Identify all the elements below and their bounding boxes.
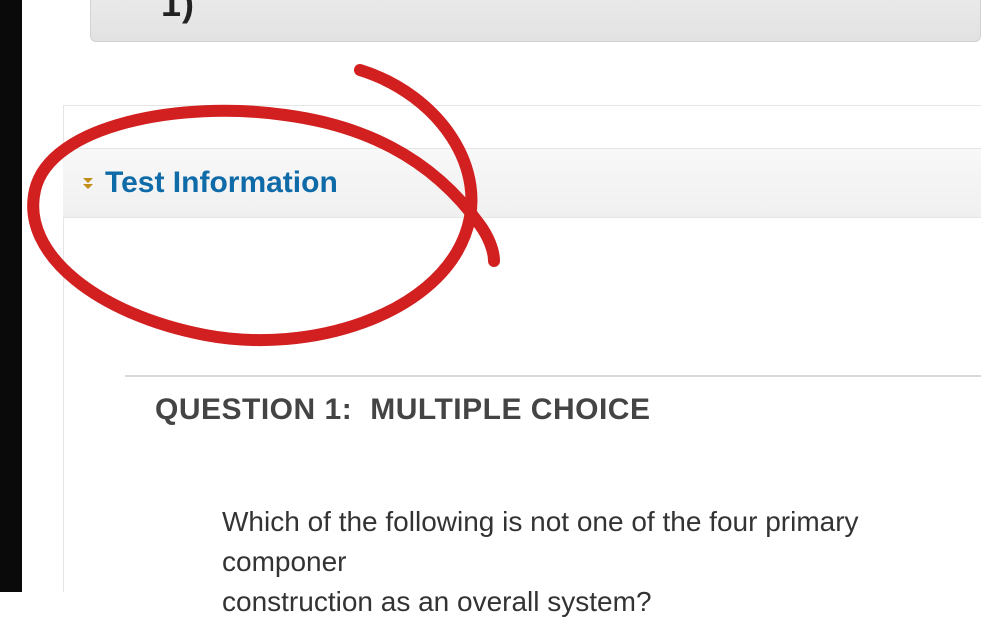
expand-chevrons-icon [81, 177, 95, 189]
window-edge-strip [0, 0, 22, 592]
collapsed-panel-index: 1) [161, 0, 195, 25]
question-number-label: QUESTION 1: [155, 393, 352, 426]
question-prompt-text: Which of the following is not one of the… [222, 502, 981, 622]
question-type-label: MULTIPLE CHOICE [370, 393, 650, 426]
test-information-heading: Test Information [105, 166, 338, 200]
question-divider [125, 375, 981, 377]
test-information-toggle[interactable]: Test Information [63, 148, 981, 218]
question-heading: QUESTION 1: MULTIPLE CHOICE [155, 393, 981, 427]
divider-line [63, 105, 981, 106]
collapsed-panel-bar[interactable]: 1) [90, 0, 981, 42]
